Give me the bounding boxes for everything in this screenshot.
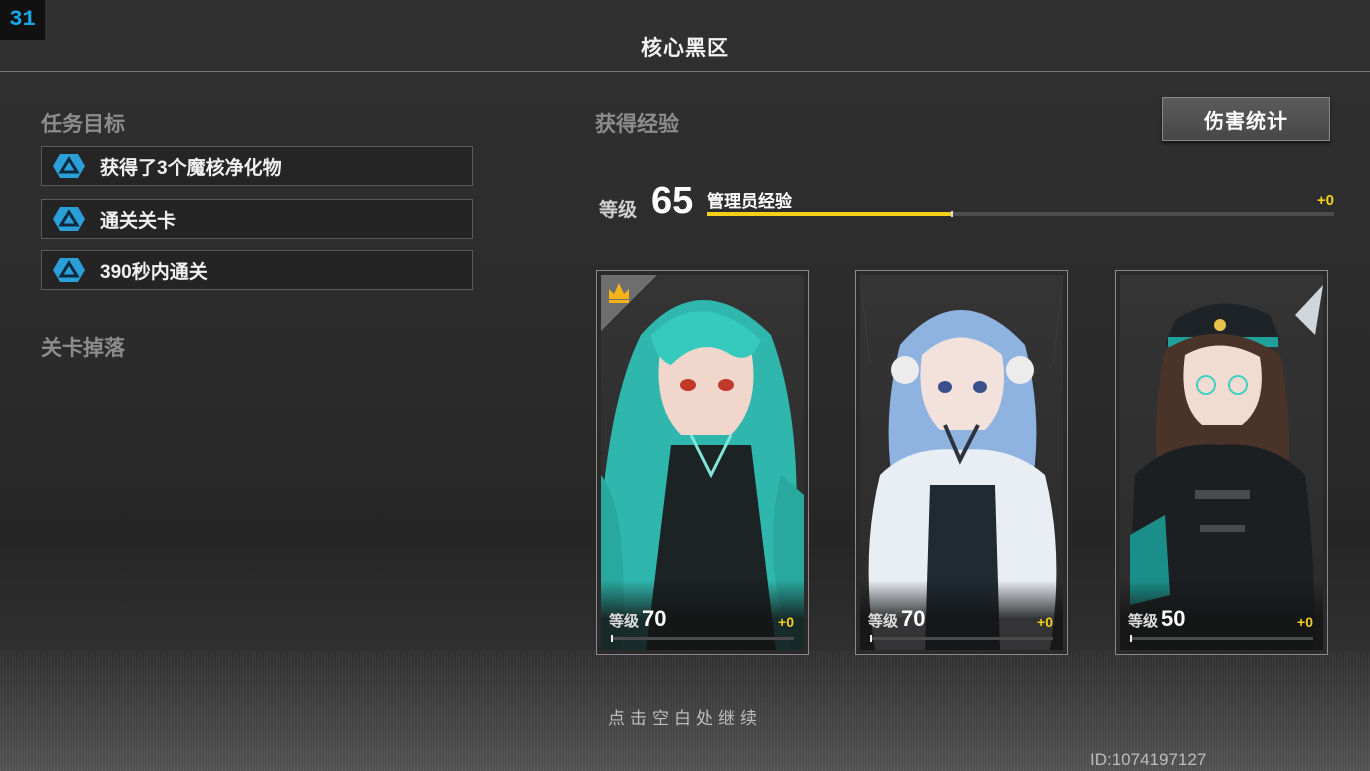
mission-label: 获得了3个魔核净化物	[100, 157, 282, 179]
mission-item-3: 390秒内通关	[41, 250, 473, 290]
character-level: 等级 50	[1128, 606, 1186, 631]
mission-complete-icon	[52, 206, 86, 232]
character-exp-gain: +0	[1297, 614, 1313, 630]
mission-item-1: 获得了3个魔核净化物	[41, 146, 473, 186]
admin-exp-fill	[707, 212, 952, 216]
admin-exp-bar	[707, 211, 1334, 217]
mission-complete-icon	[52, 257, 86, 283]
damage-stats-button[interactable]: 伤害统计	[1162, 97, 1330, 141]
mission-item-2: 通关关卡	[41, 199, 473, 239]
mission-complete-icon	[52, 153, 86, 179]
admin-exp-marker	[950, 211, 953, 217]
character-exp-gain: +0	[778, 614, 794, 630]
character-level: 等级 70	[868, 606, 926, 631]
title-divider	[0, 71, 1370, 72]
character-exp-gain: +0	[1037, 614, 1053, 630]
account-level-label: 等级	[599, 200, 638, 221]
mission-label: 通关关卡	[100, 210, 177, 232]
tap-to-continue-hint[interactable]: 点击空白处继续	[0, 704, 1370, 729]
character-card-3[interactable]: 等级 50 +0	[1115, 270, 1328, 655]
drops-heading: 关卡掉落	[41, 337, 125, 360]
character-level: 等级 70	[609, 606, 667, 631]
exp-heading: 获得经验	[595, 113, 679, 136]
character-card-1[interactable]: 等级 70 +0	[596, 270, 809, 655]
admin-exp-gain: +0	[1316, 192, 1334, 209]
account-level-value: 65	[651, 180, 694, 222]
leader-crown-icon	[609, 283, 629, 303]
character-exp-bar	[611, 635, 794, 642]
mission-label: 390秒内通关	[100, 261, 208, 283]
missions-heading: 任务目标	[41, 113, 125, 136]
admin-exp-label: 管理员经验	[707, 192, 792, 211]
user-id-label: ID:1074197127	[1090, 750, 1207, 769]
page-title: 核心黑区	[641, 37, 729, 60]
character-card-2[interactable]: 等级 70 +0	[855, 270, 1068, 655]
character-exp-bar	[870, 635, 1053, 642]
character-exp-bar	[1130, 635, 1313, 642]
